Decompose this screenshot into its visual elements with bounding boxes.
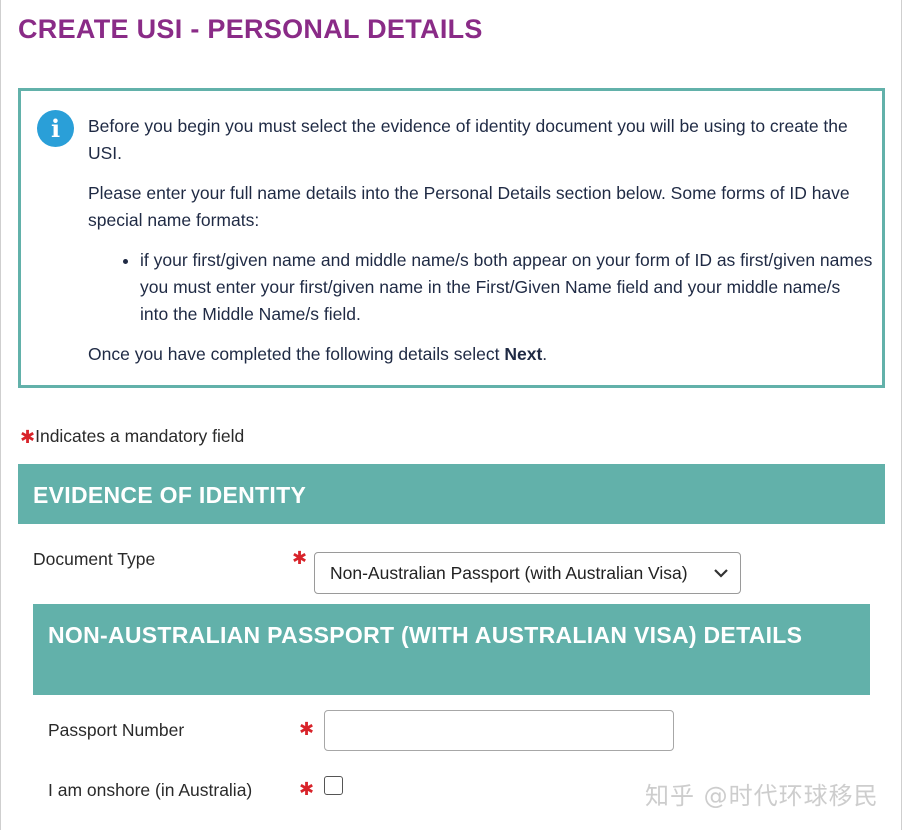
watermark: 知乎 @时代环球移民	[645, 782, 879, 810]
info-bullet-item: if your first/given name and middle name…	[140, 247, 873, 328]
document-type-selected-value: Non-Australian Passport (with Australian…	[330, 562, 688, 583]
passport-number-label: Passport Number	[48, 720, 185, 740]
document-type-label: Document Type	[33, 549, 156, 569]
info-bullet-list: if your first/given name and middle name…	[88, 247, 873, 328]
page-title: CREATE USI - PERSONAL DETAILS	[18, 14, 483, 44]
info-paragraph-3: Once you have completed the following de…	[88, 341, 873, 368]
evidence-section-header: EVIDENCE OF IDENTITY	[18, 464, 885, 524]
passport-number-input[interactable]	[324, 710, 674, 751]
info-next-keyword: Next	[504, 344, 543, 364]
info-box: i Before you begin you must select the e…	[18, 88, 885, 388]
passport-section-header: NON-AUSTRALIAN PASSPORT (WITH AUSTRALIAN…	[33, 604, 870, 695]
onshore-label: I am onshore (in Australia)	[48, 780, 253, 800]
info-paragraph-2: Please enter your full name details into…	[88, 183, 850, 230]
mandatory-star-icon: ✱	[20, 426, 36, 447]
mandatory-star-icon: ✱	[292, 548, 308, 568]
info-circle-icon: i	[37, 110, 74, 147]
mandatory-note-text: Indicates a mandatory field	[35, 426, 245, 446]
onshore-checkbox[interactable]	[324, 776, 343, 795]
info-paragraph-1: Before you begin you must select the evi…	[88, 116, 848, 163]
mandatory-note: ✱ Indicates a mandatory field	[20, 426, 244, 447]
mandatory-star-icon: ✱	[299, 719, 315, 739]
info-text: Before you begin you must select the evi…	[88, 113, 873, 381]
info-paragraph-3-suffix: .	[542, 344, 548, 364]
info-paragraph-3-prefix: Once you have completed the following de…	[88, 344, 505, 364]
mandatory-star-icon: ✱	[299, 779, 315, 799]
chevron-down-icon	[714, 569, 728, 578]
document-type-select[interactable]: Non-Australian Passport (with Australian…	[314, 552, 741, 594]
